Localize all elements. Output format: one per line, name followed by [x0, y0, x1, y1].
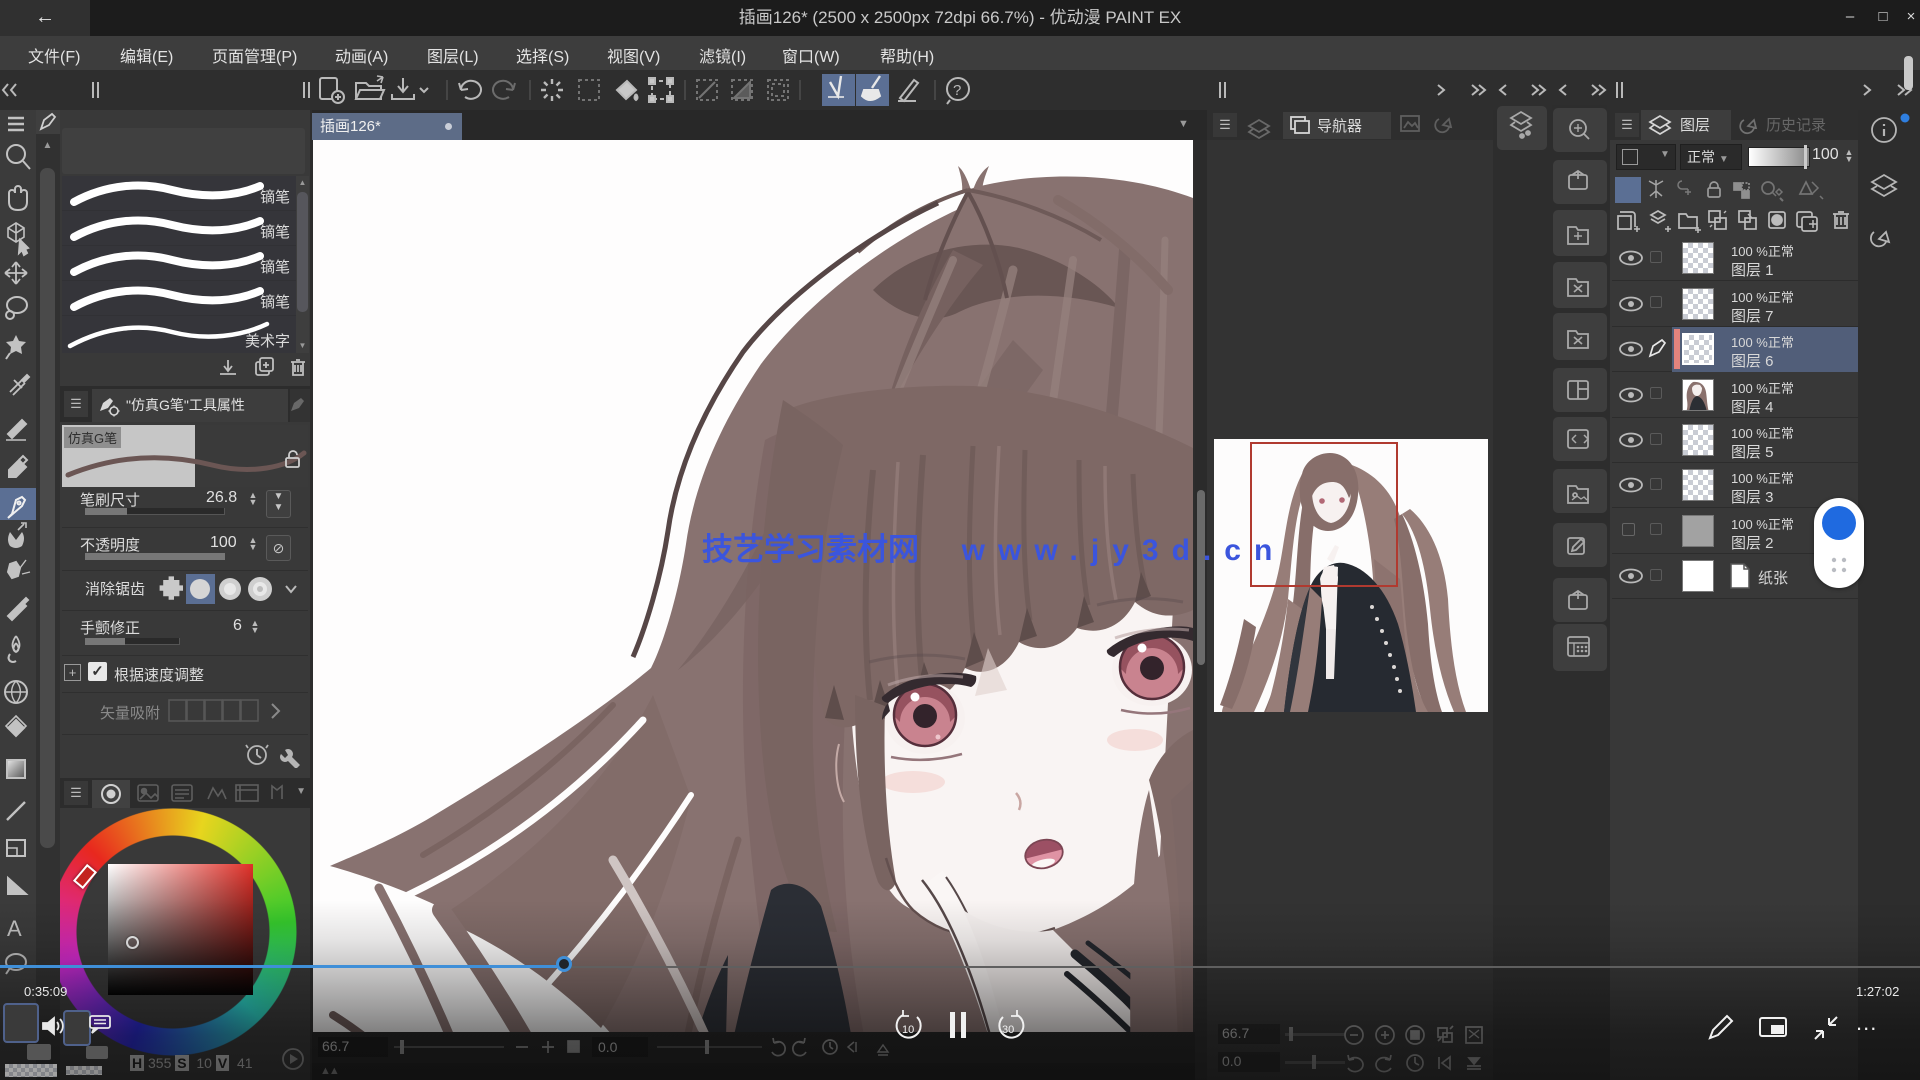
svg-text:图层: 图层 [1680, 117, 1710, 134]
svg-text:导航器: 导航器 [1317, 118, 1362, 135]
svg-text:10: 10 [902, 1024, 914, 1036]
svg-text:0.0: 0.0 [598, 1039, 618, 1055]
svg-text:镝笔: 镝笔 [260, 293, 290, 311]
svg-text:美术字: 美术字 [245, 333, 290, 350]
svg-text:A: A [7, 916, 22, 941]
svg-text:镝笔: 镝笔 [260, 258, 290, 276]
svg-text:?: ? [953, 82, 961, 99]
svg-text:30: 30 [1002, 1024, 1014, 1036]
svg-text:历史记录: 历史记录 [1766, 117, 1826, 134]
svg-text:镝笔: 镝笔 [260, 223, 290, 241]
svg-text:镝笔: 镝笔 [260, 188, 290, 206]
